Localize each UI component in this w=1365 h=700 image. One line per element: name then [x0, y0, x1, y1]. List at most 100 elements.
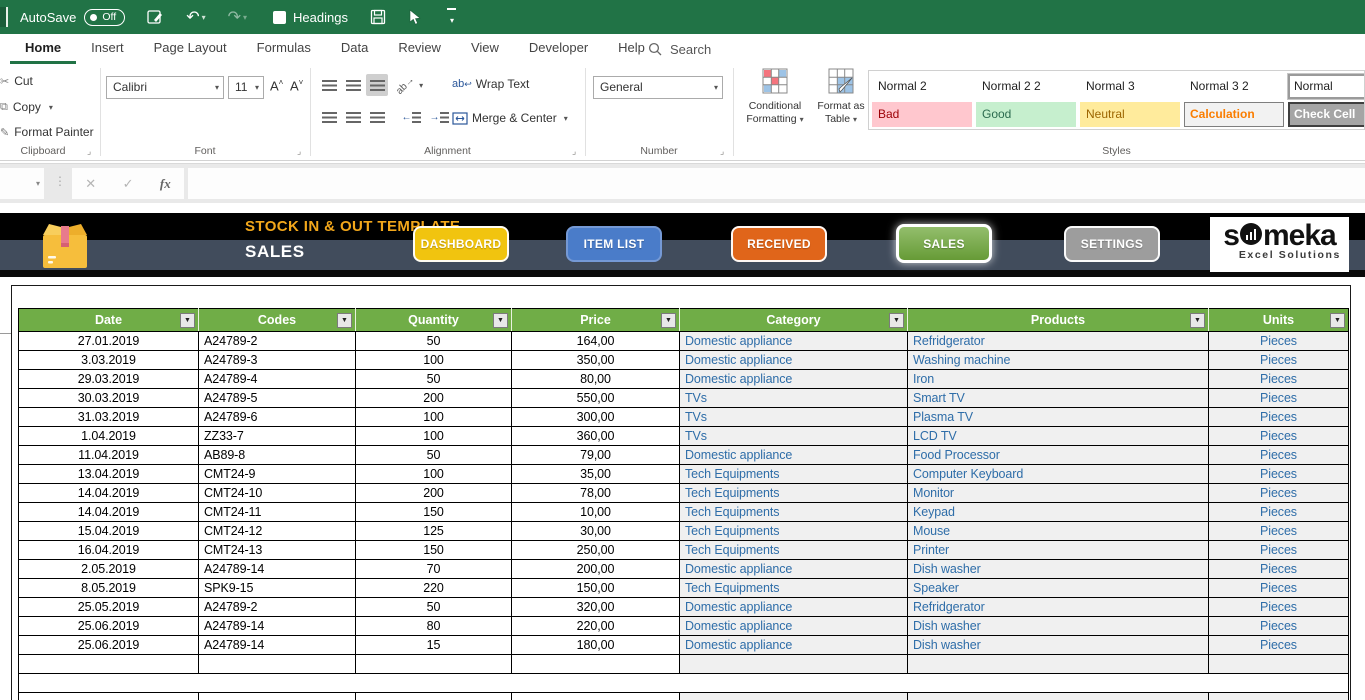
cell-price[interactable]: 35,00 — [512, 465, 680, 484]
cell-codes[interactable]: CMT24-10 — [199, 484, 356, 503]
cell-units[interactable]: Pieces — [1209, 427, 1349, 446]
top-align-button[interactable] — [318, 74, 340, 96]
cell-products[interactable]: Refridgerator — [908, 332, 1209, 351]
filter-button-date[interactable]: ▼ — [180, 313, 195, 328]
tab-view[interactable]: View — [456, 34, 514, 64]
cell-price[interactable]: 360,00 — [512, 427, 680, 446]
cell-date[interactable]: 31.03.2019 — [19, 408, 199, 427]
filter-button-category[interactable]: ▼ — [889, 313, 904, 328]
cell-date[interactable]: 1.04.2019 — [19, 427, 199, 446]
column-header-price[interactable]: Price▼ — [512, 309, 680, 332]
cell-date[interactable]: 14.04.2019 — [19, 503, 199, 522]
tab-developer[interactable]: Developer — [514, 34, 603, 64]
cell-units[interactable] — [1209, 693, 1349, 700]
cell-date[interactable] — [19, 655, 199, 674]
cell-price[interactable]: 79,00 — [512, 446, 680, 465]
cell-quantity[interactable]: 100 — [356, 351, 512, 370]
filter-button-units[interactable]: ▼ — [1330, 313, 1345, 328]
cell-products[interactable]: LCD TV — [908, 427, 1209, 446]
cell-date[interactable]: 3.03.2019 — [19, 351, 199, 370]
search-box[interactable]: Search — [648, 34, 711, 64]
filter-button-quantity[interactable]: ▼ — [493, 313, 508, 328]
cell-category[interactable]: TVs — [680, 389, 908, 408]
cell-codes[interactable]: A24789-14 — [199, 636, 356, 655]
cell-date[interactable]: 25.05.2019 — [19, 598, 199, 617]
middle-align-button[interactable] — [342, 74, 364, 96]
cell-codes[interactable] — [199, 693, 356, 700]
cell-style-check-cell[interactable]: Check Cell — [1288, 102, 1365, 127]
cell-products[interactable]: Refridgerator — [908, 598, 1209, 617]
nav-button-sales[interactable]: SALES — [896, 224, 992, 263]
cell-date[interactable]: 13.04.2019 — [19, 465, 199, 484]
cell-products[interactable]: Dish washer — [908, 617, 1209, 636]
cell-products[interactable]: Monitor — [908, 484, 1209, 503]
tab-data[interactable]: Data — [326, 34, 383, 64]
cell-date[interactable]: 2.05.2019 — [19, 560, 199, 579]
shrink-font-button[interactable]: A˅ — [290, 78, 303, 93]
cell-category[interactable]: Tech Equipments — [680, 541, 908, 560]
save-icon[interactable] — [370, 9, 386, 25]
cell-products[interactable]: Computer Keyboard — [908, 465, 1209, 484]
cell-units[interactable] — [1209, 655, 1349, 674]
decrease-indent-button[interactable]: ← — [400, 106, 422, 128]
cell-products[interactable]: Washing machine — [908, 351, 1209, 370]
cell-units[interactable]: Pieces — [1209, 598, 1349, 617]
headings-checkbox[interactable] — [273, 11, 286, 24]
cell-date[interactable]: 8.05.2019 — [19, 579, 199, 598]
tab-home[interactable]: Home — [10, 34, 76, 64]
grow-font-button[interactable]: A˄ — [270, 78, 283, 93]
number-format-select[interactable]: General▾ — [593, 76, 723, 99]
tab-formulas[interactable]: Formulas — [242, 34, 326, 64]
cell-units[interactable]: Pieces — [1209, 370, 1349, 389]
cell-price[interactable]: 180,00 — [512, 636, 680, 655]
cell-quantity[interactable]: 100 — [356, 408, 512, 427]
excel-logo-icon[interactable] — [0, 7, 8, 27]
format-as-table-button[interactable]: Format as Table▾ — [809, 68, 873, 126]
align-right-button[interactable] — [366, 106, 388, 128]
cell-category[interactable]: TVs — [680, 408, 908, 427]
cell-category[interactable]: TVs — [680, 427, 908, 446]
cell-style-normal-3[interactable]: Normal 3 — [1080, 74, 1180, 99]
cell-codes[interactable]: A24789-14 — [199, 560, 356, 579]
redo-button[interactable]: ↷▾ — [228, 7, 247, 27]
merge-center-button[interactable]: Merge & Center▾ — [452, 111, 568, 125]
cursor-icon[interactable] — [408, 9, 422, 26]
cell-products[interactable]: Food Processor — [908, 446, 1209, 465]
cell-products[interactable]: Dish washer — [908, 560, 1209, 579]
cell-style-normal-3-2[interactable]: Normal 3 2 — [1184, 74, 1284, 99]
cell-price[interactable]: 250,00 — [512, 541, 680, 560]
increase-indent-button[interactable]: → — [428, 106, 450, 128]
cell-category[interactable]: Tech Equipments — [680, 522, 908, 541]
cell-style-calculation[interactable]: Calculation — [1184, 102, 1284, 127]
filter-button-codes[interactable]: ▼ — [337, 313, 352, 328]
align-left-button[interactable] — [318, 106, 340, 128]
cell-units[interactable]: Pieces — [1209, 541, 1349, 560]
cell-quantity[interactable]: 100 — [356, 427, 512, 446]
cell-style-normal[interactable]: Normal — [1288, 74, 1365, 99]
cell-category[interactable]: Domestic appliance — [680, 370, 908, 389]
cell-units[interactable]: Pieces — [1209, 446, 1349, 465]
cell-quantity[interactable]: 125 — [356, 522, 512, 541]
cell-category[interactable]: Domestic appliance — [680, 332, 908, 351]
cell-codes[interactable]: CMT24-13 — [199, 541, 356, 560]
conditional-formatting-button[interactable]: Conditional Formatting▾ — [743, 68, 807, 126]
cell-quantity[interactable]: 50 — [356, 446, 512, 465]
cell-style-bad[interactable]: Bad — [872, 102, 972, 127]
cell-quantity[interactable]: 150 — [356, 541, 512, 560]
cell-products[interactable]: Speaker — [908, 579, 1209, 598]
cell-quantity[interactable]: 50 — [356, 332, 512, 351]
cell-category[interactable]: Domestic appliance — [680, 351, 908, 370]
cell-category[interactable] — [680, 655, 908, 674]
cell-quantity[interactable]: 100 — [356, 465, 512, 484]
cell-codes[interactable]: A24789-2 — [199, 332, 356, 351]
cell-units[interactable]: Pieces — [1209, 579, 1349, 598]
cell-codes[interactable]: CMT24-11 — [199, 503, 356, 522]
font-family-select[interactable]: Calibri▾ — [106, 76, 224, 99]
cell-date[interactable]: 27.01.2019 — [19, 332, 199, 351]
cell-price[interactable]: 350,00 — [512, 351, 680, 370]
nav-button-item-list[interactable]: ITEM LIST — [566, 226, 662, 262]
cell-category[interactable]: Tech Equipments — [680, 579, 908, 598]
cell-category[interactable]: Domestic appliance — [680, 446, 908, 465]
font-dialog-launcher[interactable] — [297, 147, 306, 156]
save-as-icon[interactable] — [147, 9, 164, 26]
